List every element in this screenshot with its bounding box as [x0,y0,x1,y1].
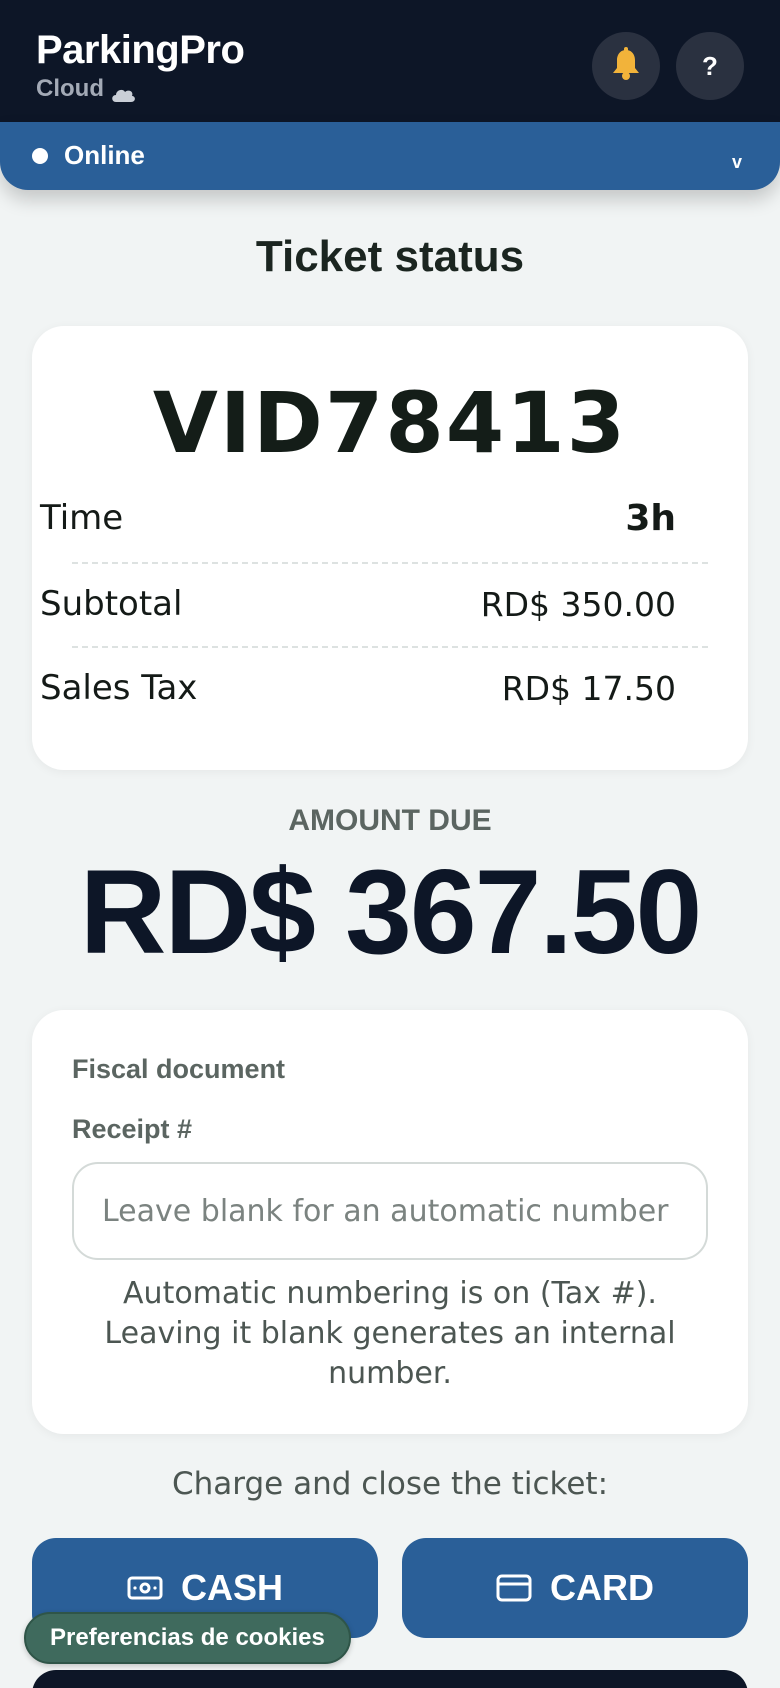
receipt-number-input[interactable] [72,1162,708,1260]
row-divider [72,562,708,564]
fiscal-document-card: Fiscal document Receipt # Automatic numb… [32,1010,748,1434]
chevron-down-icon[interactable]: v [732,152,742,173]
amount-due-value: RD$ 367.50 [79,845,702,979]
cash-icon [127,1576,163,1600]
connection-status-bar[interactable]: Online v [0,122,780,190]
receipt-label: Receipt # [72,1114,193,1144]
amount-due-label: AMOUNT DUE [288,804,492,837]
ticket-row-sales-tax: Sales Tax RD$ 17.50 [40,658,676,718]
page-title: Ticket status [255,232,525,281]
brand-subtitle-text: Cloud [36,75,104,102]
row-label: Time [40,498,124,538]
card-button[interactable]: CARD [402,1538,748,1638]
help-icon: ? [702,50,718,81]
brand: ParkingPro Cloud [36,28,245,104]
row-divider [72,646,708,648]
brand-subtitle: Cloud [36,74,244,104]
additional-action-button[interactable] [32,1670,748,1688]
fiscal-title: Fiscal document [72,1054,286,1084]
row-value: 3h [625,497,676,539]
row-value: RD$ 17.50 [501,668,676,708]
bell-icon [610,47,642,85]
row-label: Sales Tax [40,668,198,708]
ticket-row-time: Time 3h [40,488,676,548]
online-indicator-icon [32,148,48,164]
cloud-icon [110,81,136,102]
cash-button-label: CASH [180,1567,283,1608]
help-button[interactable]: ? [676,32,744,100]
ticket-row-subtotal: Subtotal RD$ 350.00 [40,574,676,634]
notifications-button[interactable] [592,32,660,100]
fiscal-note: Automatic numbering is on (Tax #). Leavi… [104,1276,676,1391]
status-text: Online [64,140,145,170]
charge-label: Charge and close the ticket: [171,1466,609,1502]
ticket-id: VID78413 [152,374,628,472]
app-header: ParkingPro Cloud ? [0,0,780,122]
credit-card-icon [496,1574,532,1602]
row-value: RD$ 350.00 [480,584,676,624]
brand-name: ParkingPro [36,28,245,72]
row-label: Subtotal [40,584,183,624]
cookie-preferences-button[interactable]: Preferencias de cookies [24,1612,351,1664]
card-button-label: CARD [550,1567,654,1608]
